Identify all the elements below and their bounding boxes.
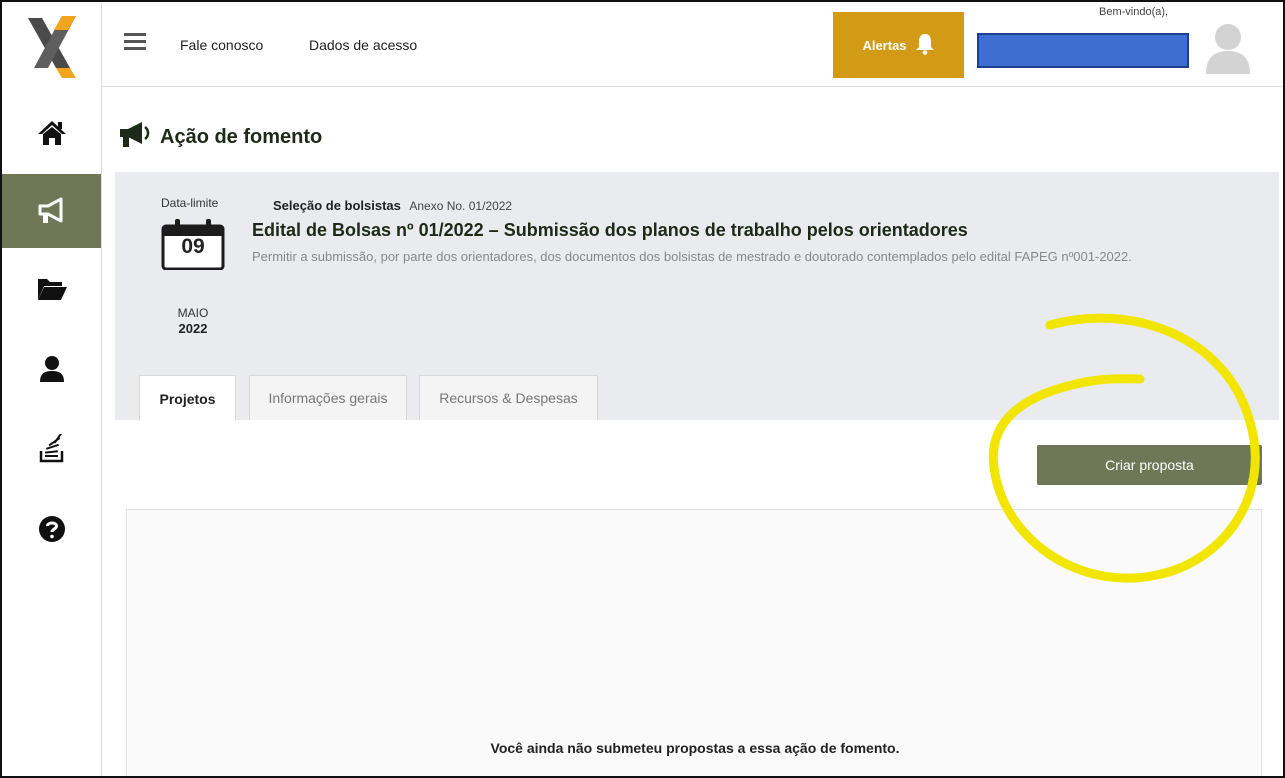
bell-icon <box>915 33 935 58</box>
folder-open-icon <box>36 276 68 302</box>
tab-informacoes-gerais[interactable]: Informações gerais <box>249 375 407 420</box>
help-icon <box>38 515 66 543</box>
sidebar-item-acao-fomento[interactable] <box>2 174 101 248</box>
alerts-label: Alertas <box>862 37 907 53</box>
tab-recursos-despesas[interactable]: Recursos & Despesas <box>419 375 598 420</box>
edital-description: Permitir a submissão, por parte dos orie… <box>252 249 1132 264</box>
edital-title: Edital de Bolsas nº 01/2022 – Submissão … <box>252 220 968 240</box>
app-window: Fale conosco Dados de acesso Alertas Bem… <box>0 0 1285 778</box>
welcome-text: Bem-vindo(a), <box>1099 6 1169 18</box>
empty-state-message: Você ainda não submeteu propostas a essa… <box>490 740 900 756</box>
sidebar-item-home[interactable] <box>2 96 101 170</box>
tab-projetos[interactable]: Projetos <box>139 375 236 421</box>
app-logo[interactable] <box>26 8 78 78</box>
sidebar-item-help[interactable] <box>2 492 101 566</box>
stack-icon <box>38 434 66 464</box>
home-icon <box>37 119 67 147</box>
top-bar: Fale conosco Dados de acesso Alertas Bem… <box>102 2 1283 87</box>
page-title-text: Ação de fomento <box>160 125 323 148</box>
fale-conosco-link[interactable]: Fale conosco <box>180 37 263 53</box>
user-icon <box>39 355 65 383</box>
deadline-month: MAIO <box>177 306 209 320</box>
deadline-day: 09 <box>181 235 205 258</box>
proposals-list: Você ainda não submeteu propostas a essa… <box>126 509 1262 776</box>
selection-line: Seleção de bolsistas Anexo No. 01/2022 <box>273 197 512 215</box>
sidebar <box>2 2 102 776</box>
dados-acesso-link[interactable]: Dados de acesso <box>309 37 417 53</box>
sidebar-item-stack[interactable] <box>2 412 101 486</box>
megaphone-icon <box>37 197 67 225</box>
page-title: Ação de fomento <box>118 120 322 154</box>
sidebar-item-documents[interactable] <box>2 252 101 326</box>
deadline-year: 2022 <box>178 321 208 336</box>
menu-toggle-icon[interactable] <box>124 33 146 51</box>
edital-panel: Data-limite 09 MAIO 2022 Seleção de bols… <box>115 172 1279 421</box>
avatar[interactable] <box>1204 20 1252 74</box>
selection-annex: Anexo No. 01/2022 <box>409 199 513 213</box>
alerts-button[interactable]: Alertas <box>833 12 964 78</box>
deadline-label: Data-limite <box>161 196 219 210</box>
calendar-icon: 09 <box>161 218 225 271</box>
criar-proposta-button[interactable]: Criar proposta <box>1037 445 1262 485</box>
sidebar-item-profile[interactable] <box>2 332 101 406</box>
user-name-redacted <box>977 33 1189 68</box>
megaphone-icon <box>118 120 152 154</box>
selection-title: Seleção de bolsistas <box>273 198 401 213</box>
